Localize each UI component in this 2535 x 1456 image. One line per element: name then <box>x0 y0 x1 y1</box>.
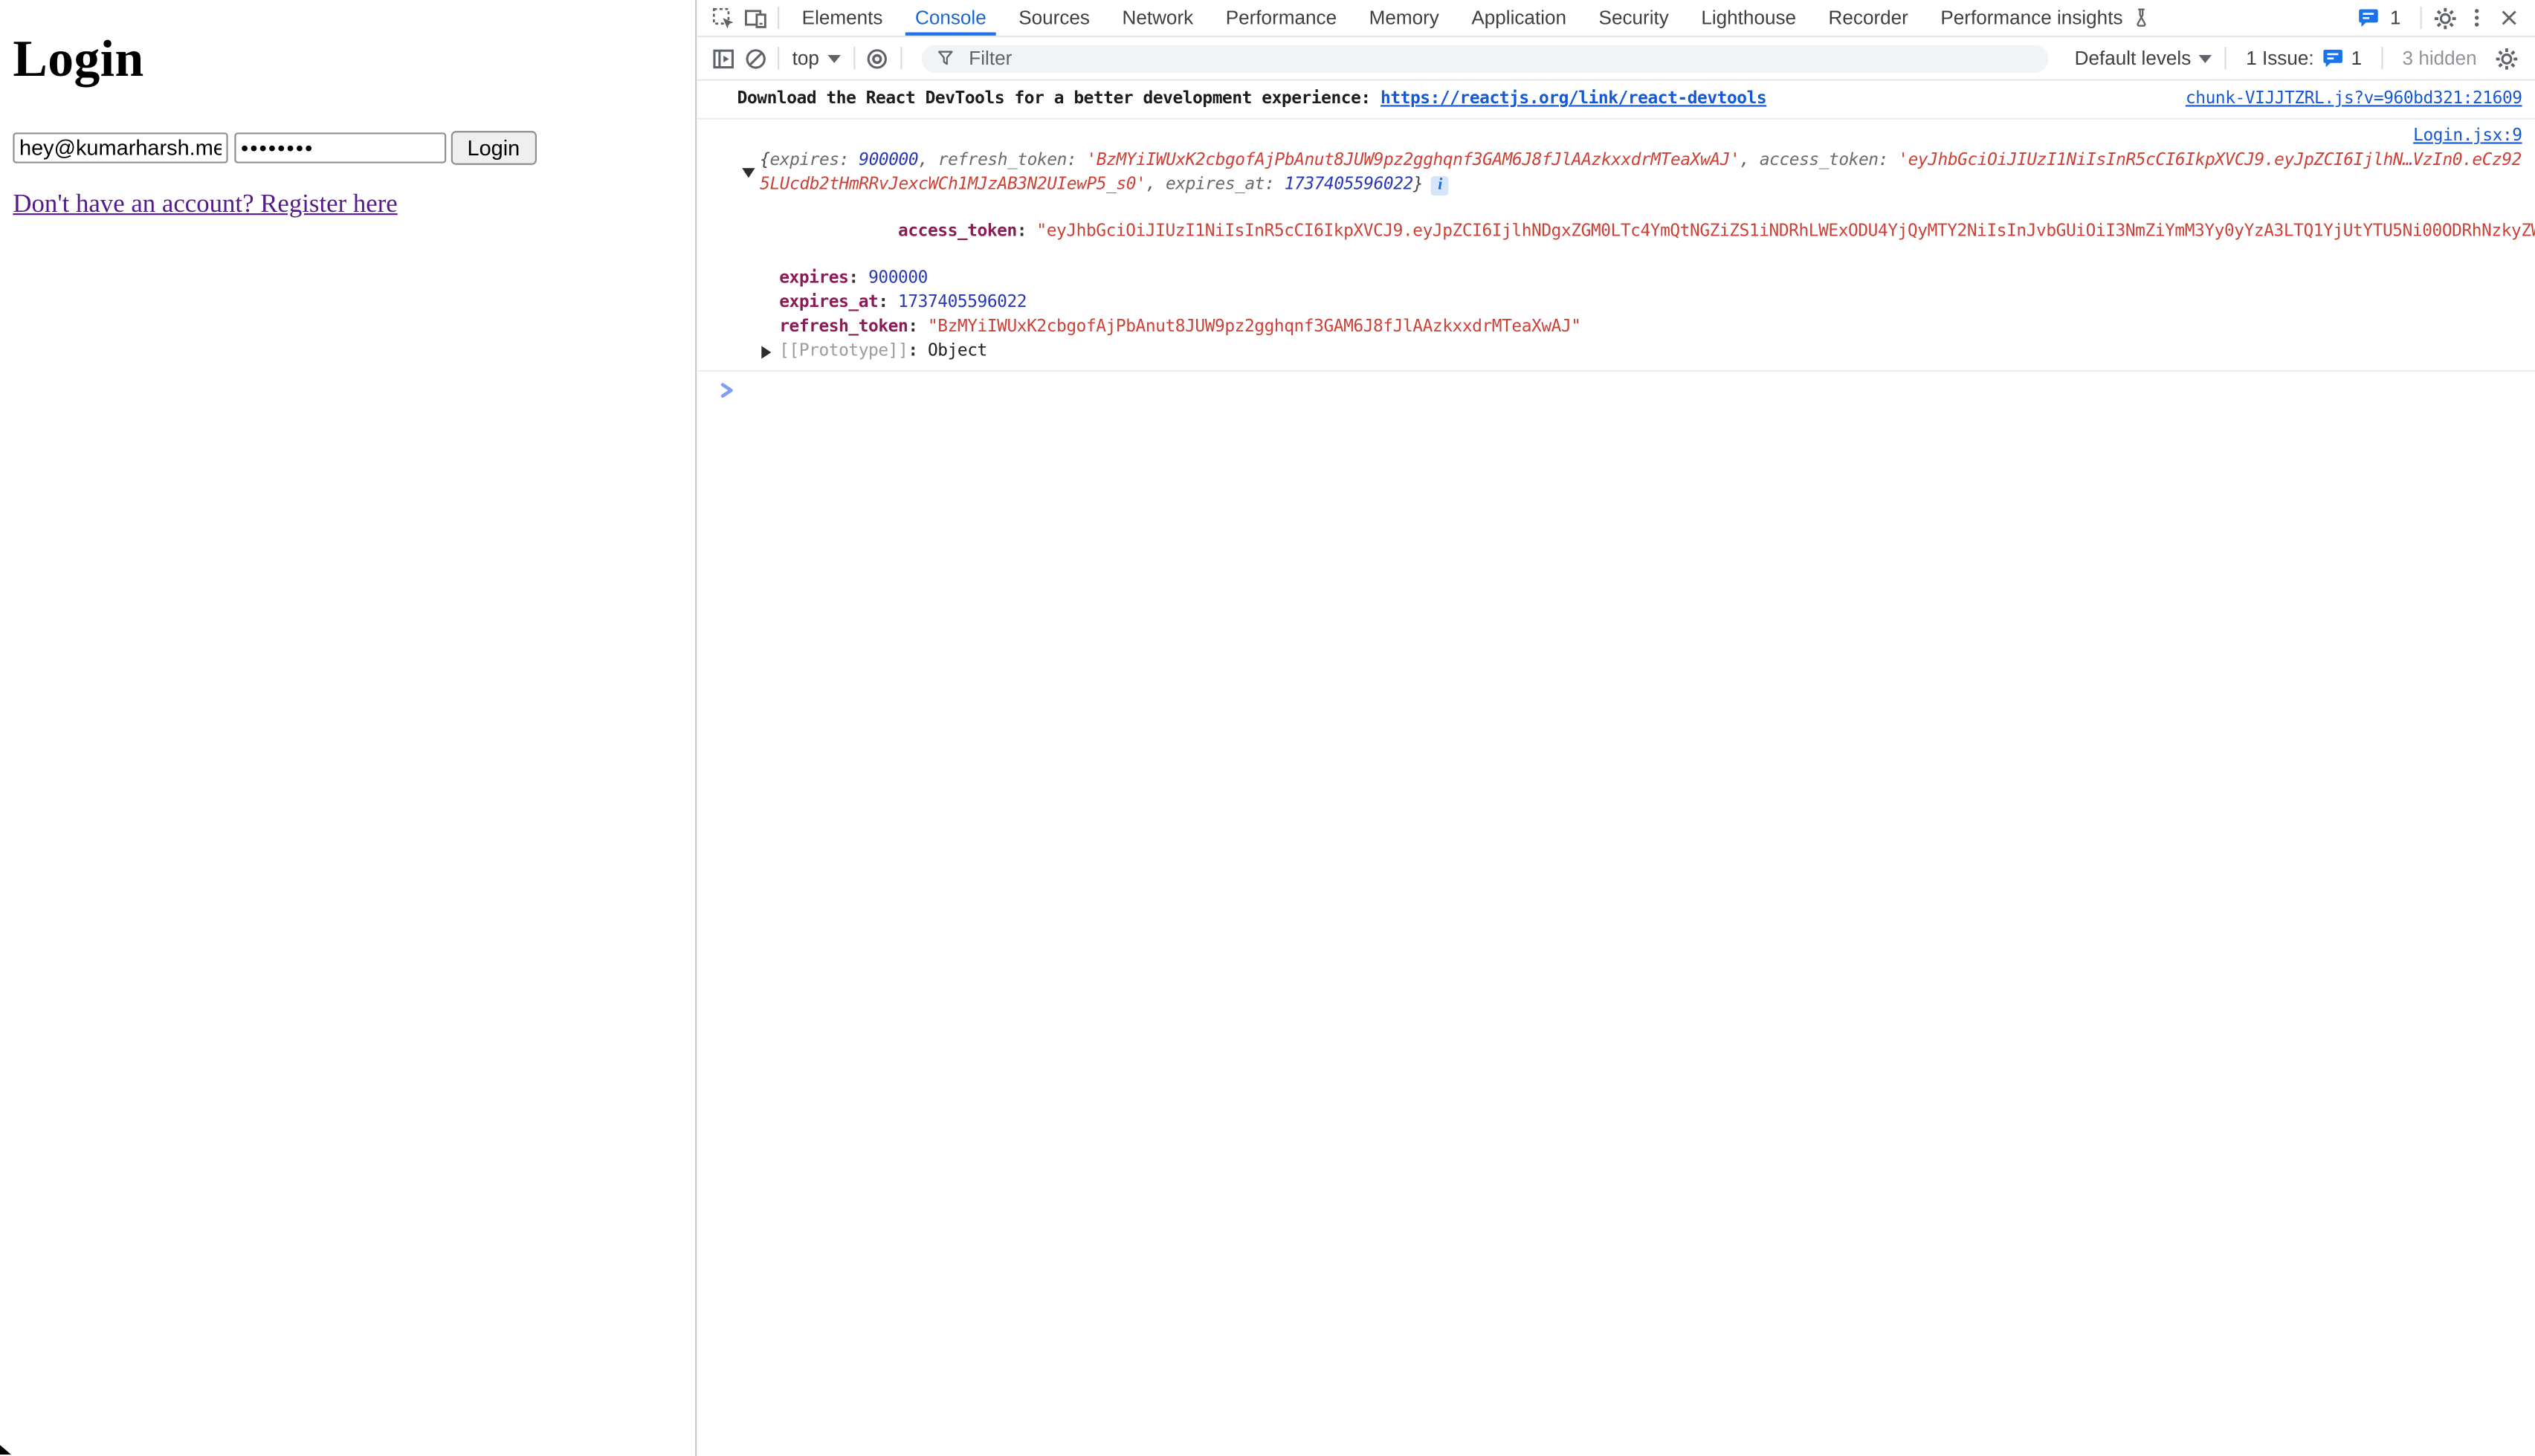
react-devtools-link[interactable]: https://reactjs.org/link/react-devtools <box>1380 89 1766 109</box>
property-prototype: [[Prototype]]: Object <box>779 339 2535 363</box>
tab-performance-insights-label: Performance insights <box>1940 7 2122 29</box>
tab-lighthouse[interactable]: Lighthouse <box>1685 0 1812 36</box>
devtools-panel: Elements Console Sources Network Perform… <box>695 0 2535 1456</box>
filter-input[interactable] <box>966 45 2034 71</box>
issues-count: 1 <box>2351 47 2363 69</box>
tab-console[interactable]: Console <box>899 0 1002 36</box>
tab-elements[interactable]: Elements <box>786 0 899 36</box>
divider <box>778 7 779 29</box>
register-link[interactable]: Don't have an account? Register here <box>13 191 397 220</box>
chevron-down-icon <box>827 54 840 62</box>
tab-sources[interactable]: Sources <box>1002 0 1105 36</box>
devtools-tabbar: Elements Console Sources Network Perform… <box>697 0 2535 37</box>
login-page: Login Login Don't have an account? Regis… <box>0 0 694 1455</box>
tab-network[interactable]: Network <box>1106 0 1210 36</box>
login-button[interactable]: Login <box>451 131 536 165</box>
chevron-down-icon <box>2199 54 2212 62</box>
console-output: Download the React DevTools for a better… <box>697 81 2535 399</box>
password-field[interactable] <box>234 132 446 163</box>
funnel-icon <box>935 48 954 68</box>
info-icon: i <box>1431 175 1449 195</box>
tab-application[interactable]: Application <box>1456 0 1583 36</box>
close-devtools-icon[interactable] <box>2493 1 2525 33</box>
filter-box[interactable] <box>921 45 2049 72</box>
log-levels-label: Default levels <box>2075 47 2192 69</box>
message-text: Download the React DevTools for a better… <box>737 89 1767 110</box>
console-toolbar: top Default levels 1 Issue: 1 <box>697 37 2535 81</box>
tab-memory[interactable]: Memory <box>1353 0 1456 36</box>
tab-performance[interactable]: Performance <box>1210 0 1353 36</box>
collapse-triangle-icon[interactable] <box>742 167 755 177</box>
email-field[interactable] <box>13 132 227 163</box>
object-properties: access_token: "eyJhbGciOiJIUzI1NiIsInR5c… <box>779 195 2535 363</box>
mouse-cursor <box>0 1445 11 1455</box>
create-live-expression-eye-icon[interactable] <box>861 42 893 74</box>
object-preview: {expires: 900000, refresh_token: 'BzMYiI… <box>760 149 2522 195</box>
console-settings-gear-icon[interactable] <box>2490 42 2522 74</box>
tabbar-right-controls: 1 <box>2353 1 2525 33</box>
log-levels-dropdown[interactable]: Default levels <box>2068 47 2218 69</box>
source-link[interactable]: chunk-VIJJTZRL.js?v=960bd321:21609 <box>2186 89 2522 110</box>
console-sidebar-icon[interactable] <box>706 42 738 74</box>
page-title: Login <box>13 29 680 88</box>
expand-triangle-icon[interactable] <box>761 346 771 358</box>
source-link[interactable]: Login.jsx:9 <box>2413 126 2522 146</box>
property-expires-at: expires_at: 1737405596022 <box>779 291 2535 315</box>
messages-count: 1 <box>2390 7 2401 29</box>
context-selector-dropdown[interactable]: top <box>786 47 847 69</box>
tab-security[interactable]: Security <box>1583 0 1685 36</box>
console-message-react-devtools: Download the React DevTools for a better… <box>697 81 2535 120</box>
console-prompt[interactable] <box>697 371 2535 398</box>
settings-gear-icon[interactable] <box>2428 1 2460 33</box>
divider <box>2421 7 2422 29</box>
login-form: Login <box>13 132 680 164</box>
clear-console-icon[interactable] <box>739 42 771 74</box>
prompt-chevron-icon <box>720 381 736 398</box>
issues-label: 1 Issue: <box>2246 47 2313 69</box>
more-options-kebab-icon[interactable] <box>2461 1 2493 33</box>
console-message-object: Login.jsx:9 {expires: 900000, refresh_to… <box>697 120 2535 371</box>
divider <box>853 47 855 69</box>
divider <box>2225 47 2226 69</box>
property-access-token: access_token: "eyJhbGciOiJIUzI1NiIsInR5c… <box>779 195 2535 268</box>
hidden-messages-label: 3 hidden <box>2403 47 2477 69</box>
issues-counter[interactable]: 1 Issue: 1 <box>2246 47 2362 69</box>
console-messages-badge-icon[interactable] <box>2353 1 2385 33</box>
devtools-tabs: Elements Console Sources Network Perform… <box>786 0 2168 36</box>
property-expires: expires: 900000 <box>779 268 2535 291</box>
divider <box>2381 47 2383 69</box>
context-selector-label: top <box>792 47 819 69</box>
property-refresh-token: refresh_token: "BzMYiIWUxK2cbgofAjPbAnut… <box>779 315 2535 339</box>
divider <box>900 47 902 69</box>
tab-performance-insights[interactable]: Performance insights <box>1925 0 2169 36</box>
device-toolbar-icon[interactable] <box>739 1 771 33</box>
issue-message-icon <box>2322 47 2345 69</box>
divider <box>778 47 779 69</box>
inspect-element-icon[interactable] <box>706 1 738 33</box>
tab-recorder[interactable]: Recorder <box>1812 0 1925 36</box>
experiment-flask-icon <box>2131 7 2151 29</box>
